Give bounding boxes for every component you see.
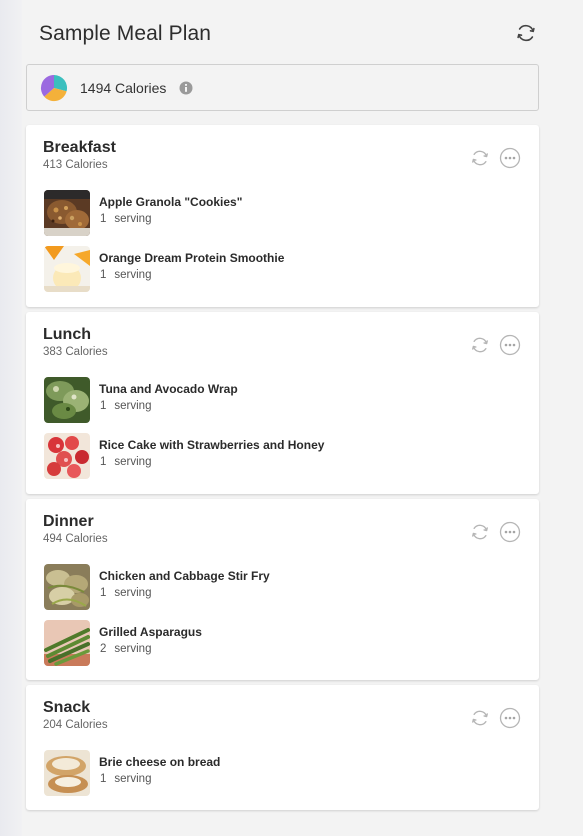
food-quantity: 1 serving [100,400,152,412]
food-item[interactable]: Rice Cake with Strawberries and Honey 1s… [44,433,524,479]
food-name: Orange Dream Protein Smoothie [99,251,285,265]
food-item[interactable]: Chicken and Cabbage Stir Fry 1 serving [44,564,524,610]
more-options-icon[interactable] [499,334,521,356]
more-options-icon[interactable] [499,147,521,169]
regenerate-plan-icon[interactable] [514,21,538,45]
regenerate-meal-icon[interactable] [469,147,491,169]
food-thumbnail [44,433,90,479]
meal-card-snack: Snack 204 Calories Brie cheese on bread … [26,685,539,810]
food-thumbnail [44,246,90,292]
meal-card-lunch: Lunch 383 Calories Tuna and Avocado Wrap… [26,312,539,494]
regenerate-meal-icon[interactable] [469,707,491,729]
food-name: Chicken and Cabbage Stir Fry [99,569,270,583]
food-name: Brie cheese on bread [99,755,221,769]
meal-calories: 204 Calories [43,719,108,731]
food-quantity: 1 serving [100,587,152,599]
food-item[interactable]: Apple Granola "Cookies" 1 serving [44,190,524,236]
food-name: Apple Granola "Cookies" [99,195,243,209]
meal-calories: 383 Calories [43,346,108,358]
food-name: Tuna and Avocado Wrap [99,382,238,396]
total-calories: 1494 Calories [80,80,167,96]
food-name: Rice Cake with Strawberries and Honey [99,438,325,452]
regenerate-meal-icon[interactable] [469,334,491,356]
meal-card-breakfast: Breakfast 413 Calories Apple Granola "Co… [26,125,539,307]
info-icon[interactable] [179,81,193,95]
meal-card-dinner: Dinner 494 Calories Chicken and Cabbage … [26,499,539,680]
left-gutter [0,0,22,836]
meal-title: Lunch [43,326,91,343]
meal-title: Snack [43,699,91,716]
page-header: Sample Meal Plan [26,18,540,52]
meal-calories: 413 Calories [43,159,108,171]
food-thumbnail [44,564,90,610]
food-quantity: 1 serving [100,456,152,468]
food-quantity: 1 serving [100,213,152,225]
food-item[interactable]: Tuna and Avocado Wrap 1 serving [44,377,524,423]
pie-chart-icon [40,74,68,102]
food-item[interactable]: Brie cheese on bread 1 serving [44,750,524,796]
calorie-summary-bar[interactable]: 1494 Calories [26,64,539,111]
food-thumbnail [44,620,90,666]
food-thumbnail [44,377,90,423]
food-quantity: 1 serving [100,269,152,281]
food-quantity: 1 serving [100,773,152,785]
food-thumbnail [44,750,90,796]
food-name: Grilled Asparagus [99,625,202,639]
food-item[interactable]: Orange Dream Protein Smoothie 1 serving [44,246,524,292]
food-item[interactable]: Grilled Asparagus 2 serving [44,620,524,666]
food-thumbnail [44,190,90,236]
food-quantity: 2 serving [100,643,152,655]
regenerate-meal-icon[interactable] [469,521,491,543]
more-options-icon[interactable] [499,521,521,543]
meal-title: Dinner [43,513,94,530]
page-title: Sample Meal Plan [39,22,212,45]
meal-calories: 494 Calories [43,533,108,545]
more-options-icon[interactable] [499,707,521,729]
meal-title: Breakfast [43,139,116,156]
